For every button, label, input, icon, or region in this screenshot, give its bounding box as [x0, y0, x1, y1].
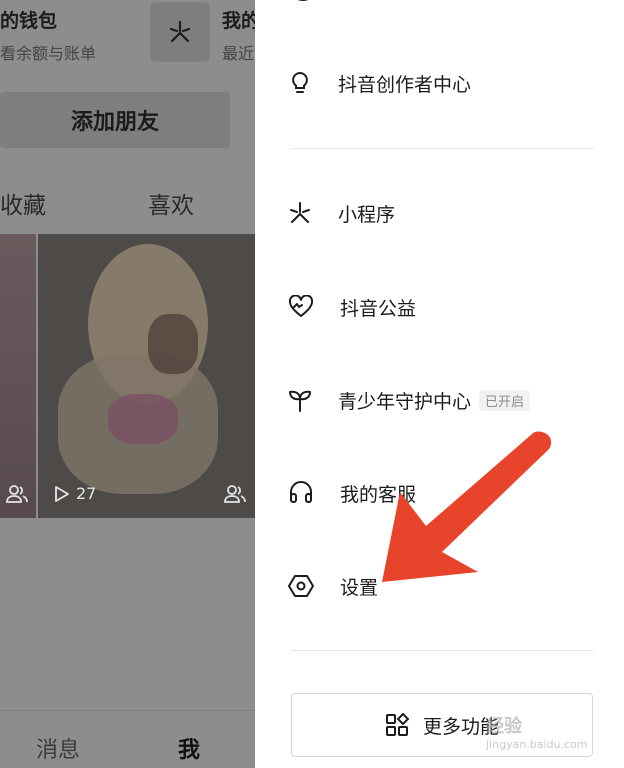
charity-heart-icon: [288, 295, 314, 317]
play-count: 27: [54, 484, 96, 503]
lightbulb-icon: [292, 71, 308, 93]
grid-apps-icon: [385, 713, 409, 736]
status-badge: 已开启: [479, 389, 531, 411]
menu-item-label: 青少年守护中心: [338, 390, 472, 413]
bottom-nav-divider: [0, 710, 255, 711]
play-count-value: 27: [76, 484, 97, 503]
menu-item-label: 设置: [340, 576, 379, 599]
menu-item-creator-center[interactable]: 抖音创作者中心: [288, 63, 471, 103]
menu-item-charity[interactable]: 抖音公益: [288, 287, 416, 327]
menu-item-label: 我的客服: [340, 483, 417, 506]
wallet-title: 的钱包: [0, 10, 58, 32]
menu-divider: [291, 650, 594, 651]
profile-page-dimmed: 的钱包 看余额与账单 我的 最近 添加朋友 收藏 喜欢 27 消息 我: [0, 0, 255, 768]
video-thumbnail: [0, 234, 36, 518]
menu-item-youth-protection[interactable]: 青少年守护中心 已开启: [288, 380, 531, 420]
menu-item-settings[interactable]: 设置: [288, 566, 378, 606]
asterisk-icon: [169, 20, 191, 43]
mini-program-tile: [150, 2, 210, 62]
menu-item-customer-service[interactable]: 我的客服: [288, 473, 416, 513]
nav-me: 我: [178, 738, 201, 763]
settings-hexagon-icon: [288, 575, 314, 597]
play-icon: [55, 485, 69, 502]
sprout-icon: [289, 390, 311, 412]
partial-menu-icon: [297, 0, 309, 2]
menu-item-label: 抖音创作者中心: [338, 73, 472, 96]
menu-item-label: 小程序: [338, 203, 396, 226]
menu-item-label: 抖音公益: [340, 297, 417, 320]
menu-item-mini-program[interactable]: 小程序: [288, 193, 395, 233]
side-drawer-menu: 抖音创作者中心 小程序 抖音公益 青少年守护中心 已开启 我的客服 设置 更多功…: [255, 0, 624, 768]
add-friend-button: 添加朋友: [0, 92, 230, 148]
friends-icon: [6, 484, 28, 508]
video-thumbnail: [38, 234, 255, 518]
mini-program-subtitle: 最近: [222, 44, 255, 63]
watermark-subtext: jingyan.baidu.com: [486, 738, 588, 751]
mini-program-icon: [290, 202, 310, 223]
headset-icon: [290, 481, 312, 503]
watermark: 经验: [486, 716, 522, 737]
tab-likes: 喜欢: [148, 193, 194, 219]
wallet-subtitle: 看余额与账单: [0, 44, 97, 63]
nav-messages: 消息: [36, 738, 81, 763]
menu-divider: [291, 148, 594, 149]
tab-favorites: 收藏: [0, 193, 46, 219]
mini-program-title: 我的: [222, 10, 255, 32]
friends-icon: [224, 484, 246, 508]
